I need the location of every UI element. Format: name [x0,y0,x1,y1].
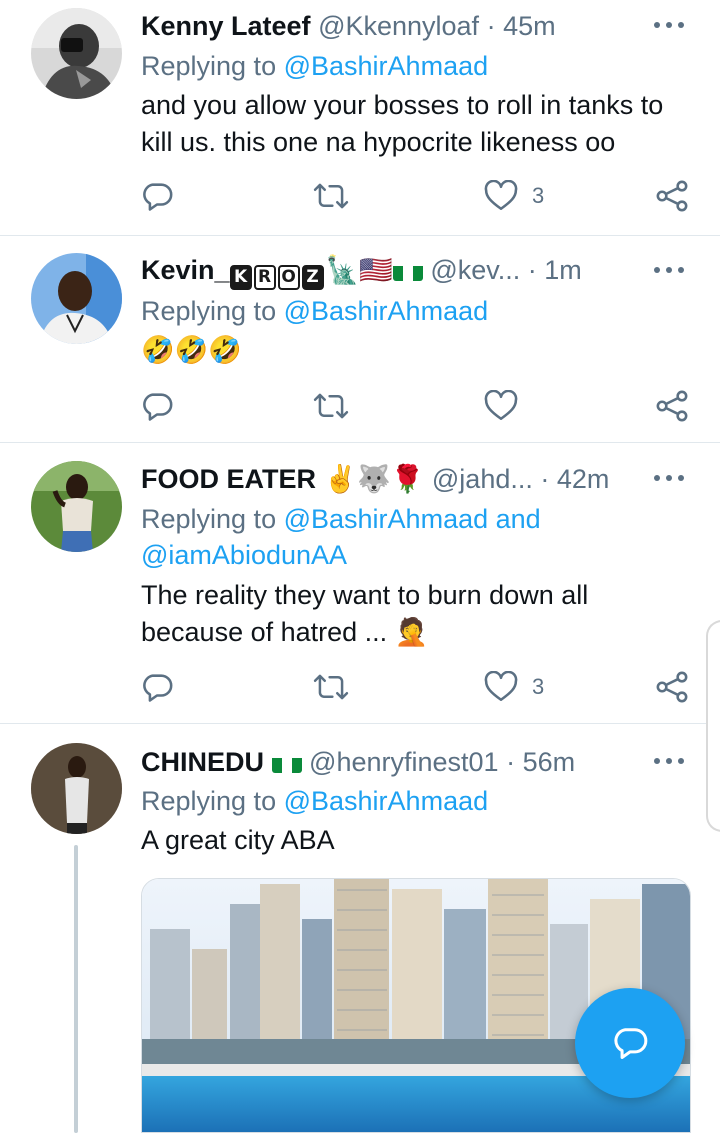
retweet-icon [313,393,349,419]
replying-prefix: Replying to [141,51,277,81]
tweet-kevin[interactable]: Kevin_ K R O Z 🗽🇺🇸 @kev... · 1m Replying to @… [0,236,720,443]
author-name[interactable]: Kenny Lateef [141,11,311,41]
avatar[interactable] [31,253,122,344]
badge-letter: Z [301,265,324,290]
reply-button[interactable] [140,176,174,216]
replying-to: Replying to @BashirAhmaad [141,783,488,819]
like-button[interactable] [484,386,532,426]
author-handle[interactable]: @henryfinest01 [309,747,499,777]
separator-dot: · [540,464,550,494]
author-handle[interactable]: @Kkennyloaf [318,11,479,41]
separator-dot: · [486,11,496,41]
badge-letter: R [253,265,276,290]
share-icon [656,180,688,212]
timestamp[interactable]: 56m [523,747,576,777]
tweet-text-line: The reality they want to burn down all [141,580,589,610]
heart-icon [484,390,518,421]
retweet-button[interactable] [313,667,349,707]
separator-dot: · [527,255,537,285]
more-icon[interactable] [654,10,690,40]
author-name[interactable]: FOOD EATER [141,464,316,494]
like-count: 3 [532,183,545,208]
badge-letter: K [229,265,252,290]
author-handle[interactable]: @jahd... [432,464,533,494]
nigeria-flag-icon [392,259,423,281]
reply-mention-link[interactable]: @BashirAhmaad [284,786,489,816]
retweet-icon [313,183,349,209]
reply-icon [143,393,173,421]
timestamp[interactable]: 42m [557,464,610,494]
more-icon[interactable] [654,255,690,285]
tweet-text: The reality they want to burn down all b… [141,577,680,651]
replying-prefix: Replying to [141,296,277,326]
nigeria-flag-icon [271,751,302,773]
heart-icon [484,180,518,211]
edge-panel-handle[interactable] [706,620,720,832]
replying-to: Replying to @BashirAhmaad [141,48,488,84]
retweet-button[interactable] [313,386,349,426]
more-icon[interactable] [654,746,690,776]
reply-icon [143,183,173,211]
replying-to: Replying to @BashirAhmaad and @iamAbiodu… [141,501,571,573]
author-name[interactable]: Kevin_ [141,255,230,285]
more-icon[interactable] [654,463,690,493]
replying-to: Replying to @BashirAhmaad [141,293,488,329]
badge-letter: O [277,265,300,290]
separator-dot: · [506,747,516,777]
avatar[interactable] [31,743,122,834]
replying-prefix: Replying to [141,786,277,816]
name-emoji: 🗽🇺🇸 [325,255,393,285]
reply-button[interactable] [140,667,174,707]
timestamp[interactable]: 1m [544,255,582,285]
retweet-icon [313,674,349,700]
like-count: 3 [532,674,545,699]
share-icon [656,671,688,703]
author-name[interactable]: CHINEDU [141,747,264,777]
share-button[interactable] [655,667,689,707]
like-button[interactable]: 3 [484,667,544,707]
share-icon [656,390,688,422]
share-button[interactable] [655,176,689,216]
avatar[interactable] [31,8,122,99]
tweet-text: and you allow your bosses to roll in tan… [141,90,664,157]
heart-icon [484,671,518,702]
name-badge: KROZ [229,253,326,290]
reply-mention-link[interactable]: @BashirAhmaad [284,296,489,326]
tweet-text: A great city ABA [141,825,335,855]
tweet-kenny-lateef[interactable]: Kenny Lateef @Kkennyloaf · 45m Replying … [0,0,720,236]
retweet-button[interactable] [313,176,349,216]
avatar[interactable] [31,461,122,552]
reply-mention-link[interactable]: @BashirAhmaad [284,51,489,81]
tweet-text: 🤣🤣🤣 [141,335,242,365]
tweet-text-line: because of hatred ... 🤦 [141,617,429,647]
thread-line [74,845,78,1133]
timestamp[interactable]: 45m [503,11,556,41]
share-button[interactable] [655,386,689,426]
tweet-food-eater[interactable]: FOOD EATER ✌️🐺🌹 @jahd... · 42m Replying … [0,443,720,724]
replying-prefix: Replying to [141,504,277,534]
like-button[interactable]: 3 [484,176,544,216]
reply-icon [143,674,173,702]
compose-reply-icon [614,1028,648,1059]
name-emoji: ✌️🐺🌹 [323,464,425,494]
author-handle[interactable]: @kev... [430,255,520,285]
compose-reply-button[interactable] [575,988,685,1098]
reply-button[interactable] [140,386,174,426]
